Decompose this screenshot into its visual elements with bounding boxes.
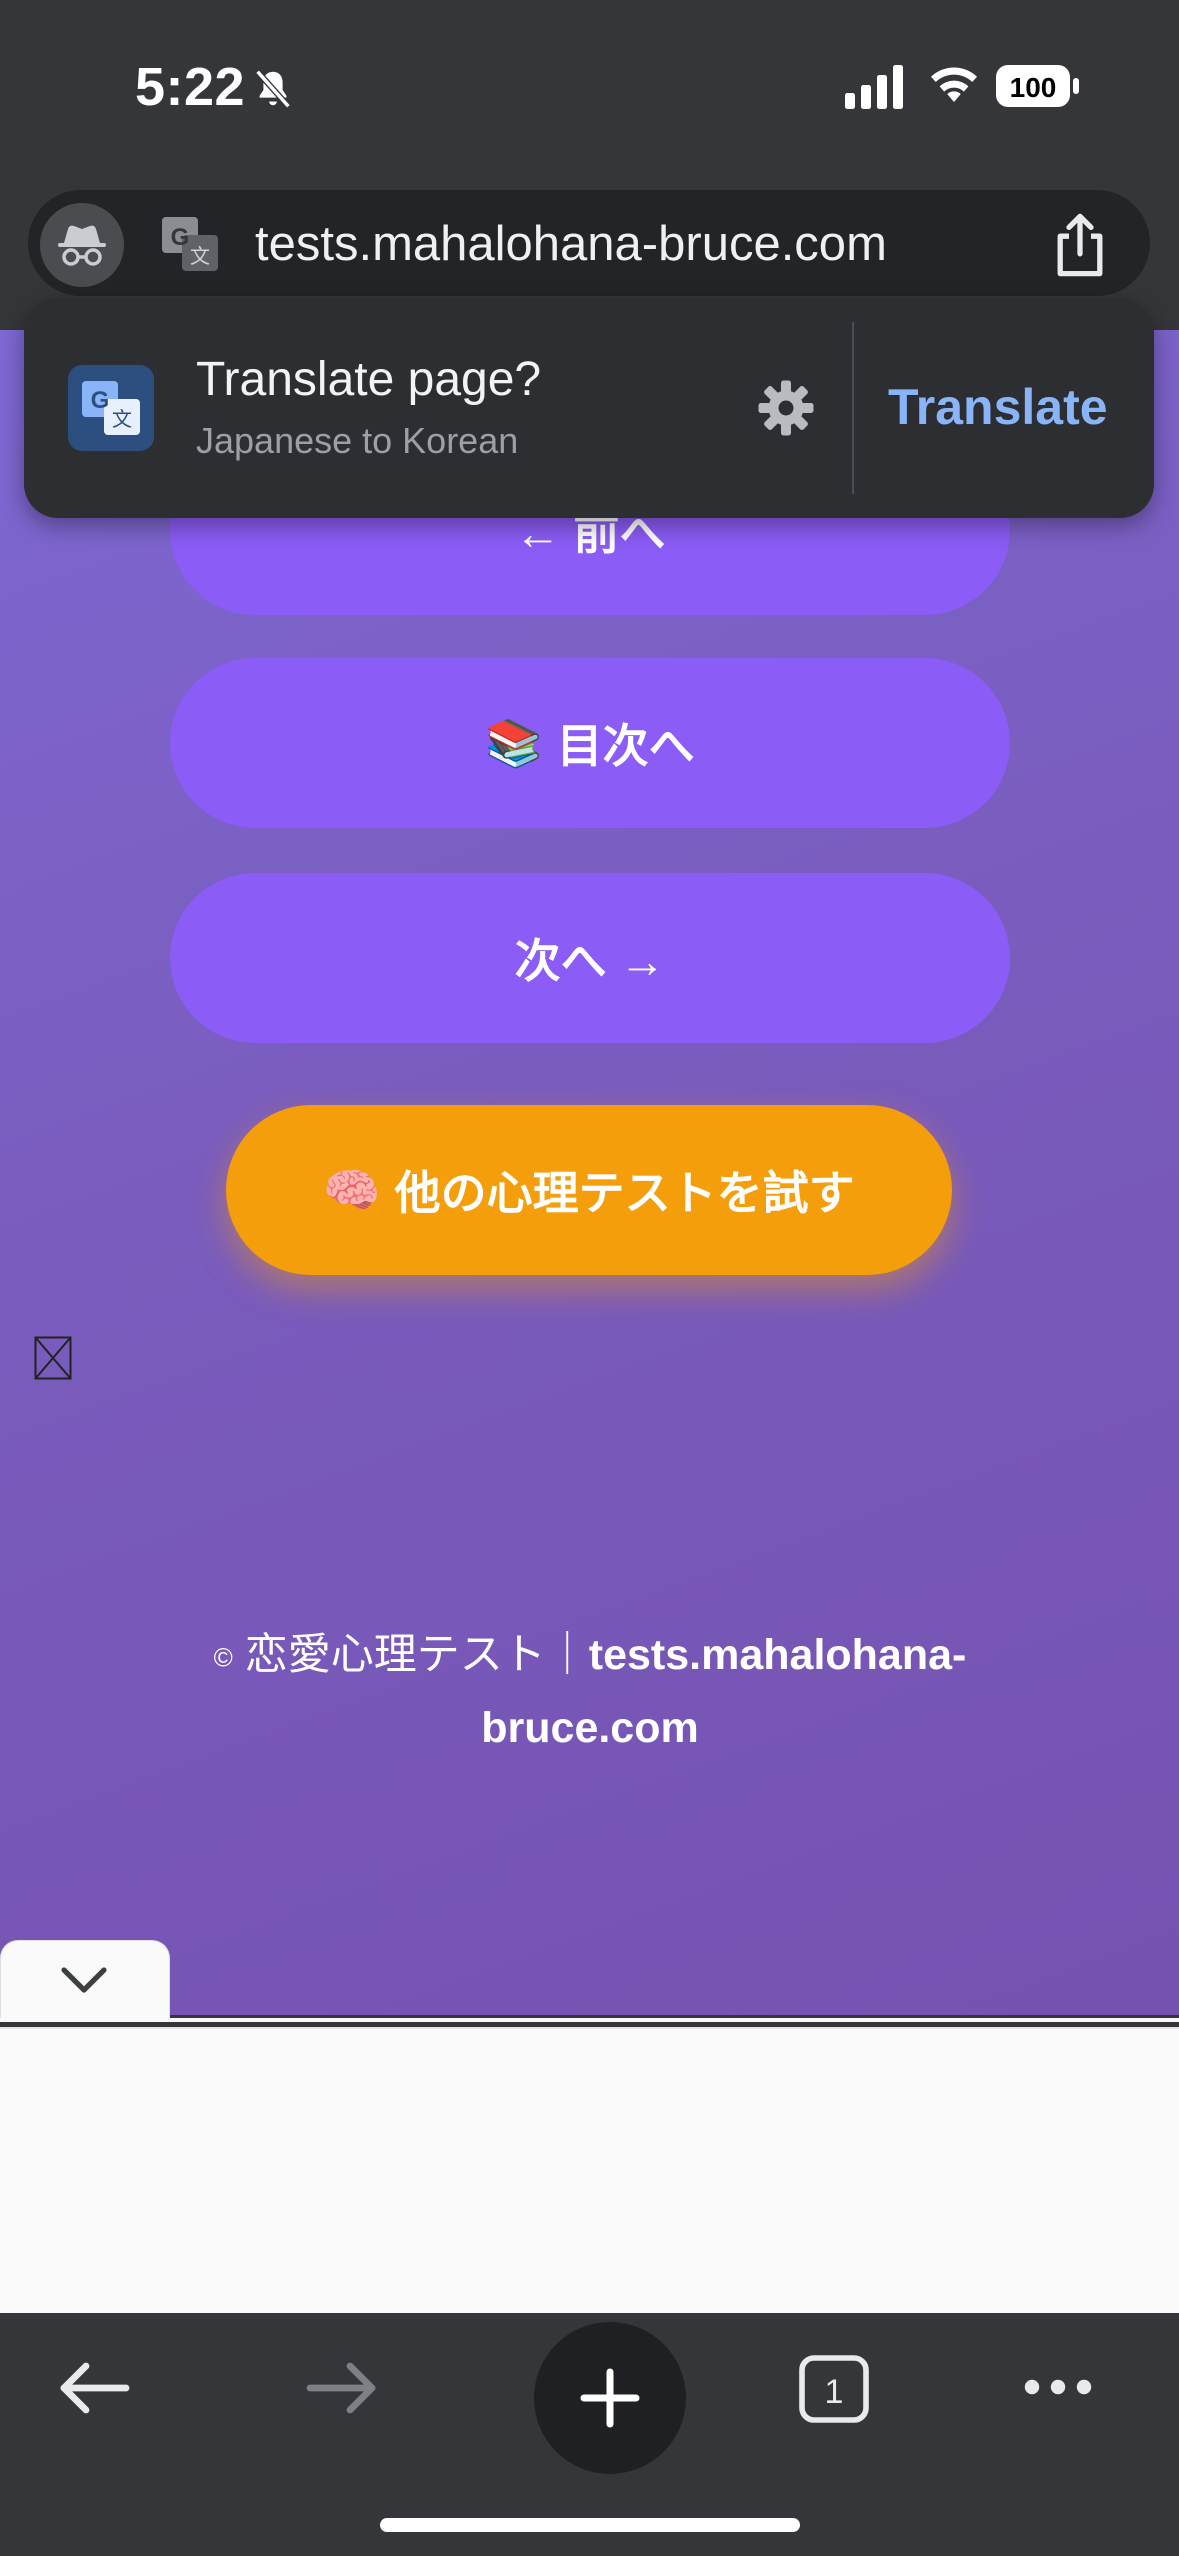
copyright-symbol: ©	[213, 1642, 233, 1673]
svg-text:G: G	[91, 387, 110, 414]
svg-text:文: 文	[190, 244, 210, 268]
home-indicator[interactable]	[380, 2518, 800, 2532]
google-translate-icon[interactable]: G 文	[160, 215, 220, 275]
google-translate-logo-icon: G 文	[68, 365, 154, 451]
share-icon[interactable]	[1050, 212, 1110, 278]
translate-language-pair: Japanese to Korean	[196, 420, 519, 461]
page-footer: © 恋愛心理テスト｜tests.mahalohana- bruce.com	[150, 1620, 1030, 1763]
svg-text:1: 1	[825, 2373, 844, 2411]
bell-muted-icon	[255, 69, 291, 109]
try-other-tests-button[interactable]: 🧠 他の心理テストを試す	[226, 1105, 952, 1275]
books-icon: 📚	[485, 716, 543, 769]
bottom-sheet-panel	[0, 2027, 1179, 2313]
other-tests-label: 他の心理テストを試す	[394, 1167, 855, 1219]
battery-icon: 100	[996, 65, 1079, 107]
next-button[interactable]: 次へ →	[170, 873, 1010, 1043]
more-options-icon[interactable]	[1022, 2372, 1094, 2402]
forward-arrow-icon[interactable]	[304, 2358, 380, 2418]
translate-title: Translate page?	[196, 353, 542, 406]
sheet-top-edge	[0, 2018, 1179, 2022]
incognito-icon	[58, 225, 106, 266]
tab-switcher-icon[interactable]: 1	[798, 2354, 870, 2424]
plus-icon	[580, 2368, 640, 2428]
svg-text:100: 100	[1010, 72, 1057, 103]
broken-image-icon	[34, 1336, 72, 1380]
translate-button[interactable]: Translate	[888, 378, 1108, 436]
footer-site-name: 恋愛心理テスト｜	[244, 1631, 589, 1679]
back-arrow-icon[interactable]	[56, 2358, 132, 2418]
footer-domain-line1[interactable]: tests.mahalohana-	[589, 1631, 967, 1679]
wifi-icon	[931, 67, 977, 102]
gear-icon[interactable]	[756, 378, 816, 438]
cellular-signal-icon	[845, 65, 903, 109]
brain-icon: 🧠	[323, 1163, 381, 1216]
toc-button-label: 目次へ	[556, 720, 695, 772]
banner-divider	[852, 322, 854, 494]
incognito-icon-button[interactable]	[40, 203, 124, 287]
svg-text:文: 文	[112, 407, 132, 431]
svg-text:G: G	[171, 224, 190, 251]
footer-domain-line2[interactable]: bruce.com	[481, 1704, 698, 1752]
next-button-label: 次へ →	[514, 935, 666, 987]
new-tab-button[interactable]	[534, 2322, 686, 2474]
chevron-down-icon[interactable]	[58, 1960, 110, 2000]
table-of-contents-button[interactable]: 📚 目次へ	[170, 658, 1010, 828]
status-time: 5:22	[135, 57, 246, 117]
url-text[interactable]: tests.mahalohana-bruce.com	[255, 214, 887, 274]
